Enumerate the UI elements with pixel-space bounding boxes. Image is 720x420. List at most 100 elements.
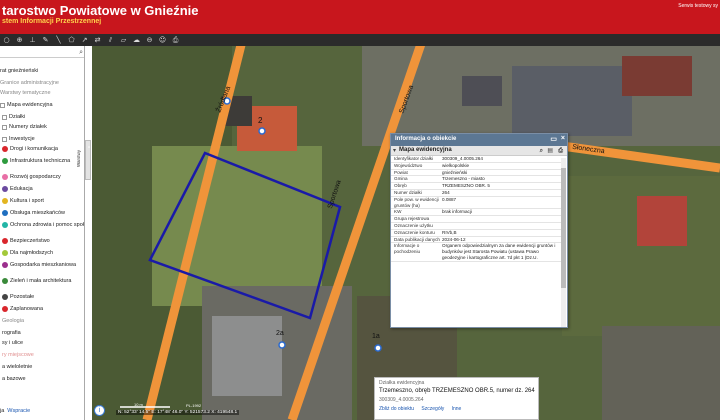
layer-item-label: sy i ulice (2, 340, 24, 346)
attribute-key: Gmina (391, 175, 441, 184)
details-link[interactable]: Szczegóły (421, 406, 444, 412)
red-roof-right (637, 196, 687, 246)
layer-item[interactable]: Warstwy tematyczne (0, 88, 84, 98)
layer-item-label: Gospodarka mieszkaniowa (10, 262, 77, 268)
attribute-value: gnieźnieński (441, 169, 561, 177)
layer-item[interactable]: Drogi i komunikacja (0, 144, 84, 154)
area-icon[interactable]: ▱ (119, 36, 128, 45)
layer-item[interactable]: Mapa ewidencyjna (0, 100, 84, 110)
attribute-key: Data publikacji danych (391, 236, 441, 244)
layer-checkbox[interactable] (2, 136, 7, 142)
info-scrollbar[interactable] (561, 158, 566, 327)
attribute-value: 264 (441, 189, 561, 197)
layer-item-label: Inwestycje (9, 136, 35, 142)
coordinate-readout: N: 52°33' 14.5" E: 17°48' 46.0" Y: 52157… (116, 410, 240, 415)
zoom-out-button[interactable]: - (86, 144, 92, 151)
layer-checkbox[interactable] (2, 114, 7, 120)
layer-item[interactable]: ry miejscowe (0, 350, 84, 360)
layer-item[interactable]: Geologia (0, 316, 84, 326)
layer-item[interactable]: Kultura i sport (0, 196, 84, 206)
parcel-popup-id: 300309_4.0005.264 (379, 397, 424, 403)
collapse-icon[interactable]: ▾ (393, 147, 396, 154)
layer-item-label: a bazowe (2, 376, 26, 382)
layer-checkbox[interactable] (0, 102, 5, 108)
print-icon[interactable]: ⎙ (558, 147, 563, 155)
swap-icon[interactable]: ⇄ (93, 36, 102, 45)
layer-search-input[interactable]: ⌕ (0, 48, 84, 58)
house-number-label: 2 (258, 116, 263, 125)
layer-item[interactable]: a bazowe (0, 374, 84, 384)
zoom-in-button[interactable]: + (86, 46, 92, 53)
layer-item[interactable]: Pozostałe (0, 292, 84, 302)
cloud-icon[interactable]: ☁ (132, 36, 141, 45)
layer-item[interactable]: sy i ulice (0, 338, 84, 348)
layer-checkbox[interactable] (2, 124, 7, 130)
layer-item[interactable]: Działki (0, 112, 84, 122)
layer-item[interactable]: Zaplanowana (0, 304, 84, 314)
layer-item-label: Dla najmłodszych (10, 250, 54, 256)
layer-color-dot (2, 146, 8, 152)
layer-item-label: Pozostałe (10, 294, 35, 300)
layer-color-dot (2, 262, 8, 268)
zoom-icon[interactable]: ⌕ (540, 147, 543, 155)
other-link[interactable]: Inne (452, 406, 462, 412)
scale-bar: 10 m PL-1992 (120, 402, 202, 408)
grey-roof-2a (212, 316, 282, 396)
layer-item-label: Edukacja (10, 186, 33, 192)
polygon-icon[interactable]: ⬠ (67, 36, 76, 45)
close-icon[interactable]: × (561, 135, 565, 142)
layer-item[interactable]: Granice administracyjne (0, 78, 84, 88)
layer-item[interactable]: Dla najmłodszych (0, 248, 84, 258)
hatch-icon[interactable]: ⫽ (106, 36, 115, 45)
red-roof-top (622, 56, 692, 96)
layer-item[interactable]: Gospodarka mieszkaniowa (0, 260, 84, 270)
layer-item[interactable]: rografia (0, 328, 84, 338)
zoom-in-icon[interactable]: ⊕ (15, 36, 24, 45)
support-link[interactable]: Wspracie (7, 408, 30, 414)
layer-item[interactable]: Zieleń i mała architektura (0, 276, 84, 286)
layer-item-label: Bezpieczeństwo (10, 238, 50, 244)
address-marker[interactable] (258, 127, 266, 135)
layer-item[interactable]: Obsługa mieszkańców (0, 208, 84, 218)
crs-label: PL-1992 (186, 403, 202, 408)
layer-item[interactable]: a wieloletnie (0, 362, 84, 372)
attribute-key: Powiat (391, 169, 441, 177)
layer-item-label: Działki (9, 114, 26, 120)
attribute-row: Oznaczenie konturu RIVb,B (391, 229, 561, 237)
line-icon[interactable]: ╲ (54, 36, 63, 45)
layer-item[interactable]: Numery działek (0, 122, 84, 132)
address-marker[interactable] (278, 341, 286, 349)
layer-item[interactable]: Infrastruktura techniczna (0, 156, 84, 166)
lock-icon[interactable]: ⊖ (145, 36, 154, 45)
attribute-key: Oznaczenie konturu (391, 229, 441, 237)
attribute-table: Identyfikator działki 300309_4.0005.264 Wo… (391, 156, 561, 262)
layer-item[interactable]: Edukacja (0, 184, 84, 194)
arrow-icon[interactable]: ↗ (80, 36, 89, 45)
layer-item[interactable]: Bezpieczeństwo (0, 236, 84, 246)
attribute-value: 2024-06-12 (441, 236, 561, 244)
attribute-row: Województwo wielkopolskie (391, 162, 561, 170)
layer-item[interactable]: Rozwój gospodarczy (0, 172, 84, 182)
table-icon[interactable]: ▤ (547, 147, 553, 154)
pencil-icon[interactable]: ✎ (41, 36, 50, 45)
parcel-popup-links: Zbliż do obiektu Szczegóły Inne (379, 406, 467, 412)
zoom-to-object-link[interactable]: Zbliż do obiektu (379, 406, 414, 412)
info-section-title: Mapa ewidencyjna (399, 147, 452, 153)
info-popup-header[interactable]: Informacja o obiekcie ▭ × (391, 134, 567, 146)
circle-icon[interactable]: ○ (2, 36, 11, 45)
layer-item[interactable]: rat gnieźnieński (0, 66, 84, 76)
sidebar-footer: ja Wspracie (0, 406, 84, 416)
scrollbar-thumb[interactable] (561, 168, 566, 288)
layer-item[interactable]: Ochrona zdrowia i pomoc społeczna (0, 220, 84, 230)
search-icon[interactable]: ⌕ (79, 48, 83, 57)
person-icon[interactable]: ☺ (158, 36, 167, 45)
layer-item[interactable]: Inwestycje (0, 134, 84, 144)
print-icon[interactable]: ⎙ (171, 36, 180, 45)
minimize-icon[interactable]: ▭ (550, 135, 557, 143)
address-marker[interactable] (374, 344, 382, 352)
info-section-header[interactable]: ▾ Mapa ewidencyjna ⌕ ▤ ⎙ (391, 146, 567, 156)
ruler-icon[interactable]: ⊥ (28, 36, 37, 45)
test-service-note: Serwis testowy sy (678, 3, 718, 9)
layer-tree-panel: ⌕ rat gnieźnieński Granice administracyjn… (0, 46, 85, 420)
info-button[interactable]: i (94, 405, 105, 416)
